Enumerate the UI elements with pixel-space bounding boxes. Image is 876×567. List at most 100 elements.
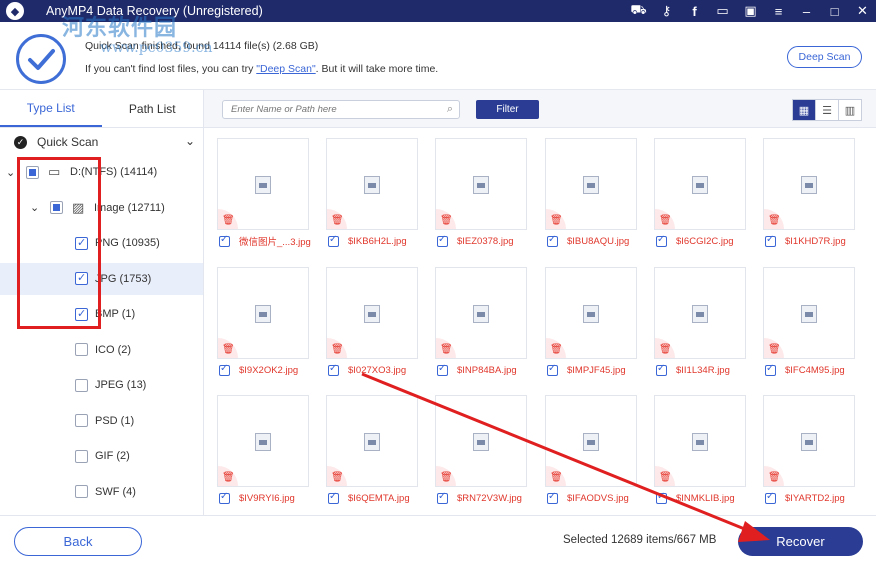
chat-icon[interactable]: ▭ [715, 3, 730, 19]
deep-scan-button[interactable]: Deep Scan [787, 46, 862, 68]
file-checkbox[interactable] [656, 363, 667, 376]
tree-checkbox[interactable] [75, 414, 88, 427]
tree-checkbox[interactable] [50, 201, 63, 214]
cart-icon[interactable]: ⛟ [630, 2, 646, 19]
back-button[interactable]: Back [14, 527, 142, 556]
file-caption[interactable]: $I027XO3.jpg [328, 363, 406, 377]
file-caption[interactable]: $I9X2OK2.jpg [219, 363, 298, 377]
grid-view-icon[interactable]: ▦ [793, 100, 816, 120]
file-caption[interactable]: $IEZ0378.jpg [437, 234, 514, 248]
file-thumbnail[interactable]: 🗑 [435, 267, 527, 359]
save-icon[interactable]: ▣ [743, 3, 758, 19]
detail-view-icon[interactable]: ▥ [839, 100, 861, 120]
tree-checkbox[interactable] [75, 307, 88, 321]
tree-checkbox[interactable] [75, 378, 88, 392]
tree-checkbox[interactable] [75, 485, 88, 498]
file-checkbox[interactable] [656, 234, 667, 247]
tree-checkbox[interactable] [75, 236, 88, 250]
close-icon[interactable]: ✕ [855, 3, 870, 19]
chevron-down-icon[interactable]: ⌄ [6, 166, 15, 179]
file-thumbnail[interactable]: 🗑 [763, 395, 855, 487]
file-checkbox[interactable] [547, 491, 558, 504]
tree-checkbox[interactable] [75, 343, 88, 356]
scan-mode-selector[interactable]: ✓ Quick Scan ⌄ [0, 128, 203, 156]
file-checkbox[interactable] [765, 363, 776, 376]
file-caption[interactable]: $RN72V3W.jpg [437, 491, 522, 505]
file-checkbox[interactable] [219, 363, 230, 376]
minimize-icon[interactable]: – [799, 4, 814, 19]
tree-item[interactable]: SWF (4) [0, 476, 203, 508]
file-thumbnail[interactable]: 🗑 [545, 395, 637, 487]
list-view-icon[interactable]: ☰ [816, 100, 839, 120]
file-thumbnail[interactable]: 🗑 [217, 138, 309, 230]
facebook-icon[interactable]: f [687, 4, 702, 19]
search-icon[interactable]: ⌕ [447, 103, 453, 116]
tree-checkbox[interactable] [26, 165, 39, 179]
tree-item[interactable]: ⌄ ▨ Image (12711) [0, 192, 203, 224]
file-checkbox[interactable] [328, 363, 339, 376]
file-thumbnail[interactable]: 🗑 [545, 267, 637, 359]
file-caption[interactable]: $II1L34R.jpg [656, 363, 730, 377]
tree-checkbox[interactable] [75, 271, 88, 285]
file-thumbnail[interactable]: 🗑 [326, 267, 418, 359]
file-checkbox[interactable] [547, 234, 558, 247]
file-name: $IYARTD2.jpg [785, 492, 845, 504]
file-checkbox[interactable] [656, 491, 667, 504]
file-checkbox[interactable] [437, 491, 448, 504]
file-checkbox[interactable] [765, 491, 776, 504]
file-thumbnail[interactable]: 🗑 [435, 395, 527, 487]
tree-item[interactable]: BMP (1) [0, 298, 203, 330]
file-checkbox[interactable] [437, 363, 448, 376]
file-thumbnail[interactable]: 🗑 [763, 138, 855, 230]
deep-scan-link[interactable]: "Deep Scan" [256, 63, 315, 75]
recover-button[interactable]: Recover [738, 527, 863, 556]
tree-item[interactable]: PNG (10935) [0, 227, 203, 259]
file-thumbnail[interactable]: 🗑 [435, 138, 527, 230]
file-caption[interactable]: $I6QEMTA.jpg [328, 491, 410, 505]
file-caption[interactable]: $IV9RYI6.jpg [219, 491, 295, 505]
tree-item[interactable]: JPEG (13) [0, 369, 203, 401]
file-checkbox[interactable] [219, 491, 230, 504]
file-checkbox[interactable] [765, 234, 776, 247]
file-caption[interactable]: $IFC4M95.jpg [765, 363, 845, 377]
file-caption[interactable]: $I6CGI2C.jpg [656, 234, 734, 248]
file-caption[interactable]: 微信图片_...3.jpg [219, 234, 311, 248]
chevron-down-icon[interactable]: ⌄ [185, 134, 195, 148]
tab-path-list[interactable]: Path List [102, 90, 204, 127]
file-thumbnail[interactable]: 🗑 [654, 395, 746, 487]
file-caption[interactable]: $IYARTD2.jpg [765, 491, 845, 505]
maximize-icon[interactable]: □ [827, 4, 842, 19]
file-thumbnail[interactable]: 🗑 [763, 267, 855, 359]
tree-item[interactable]: JPG (1753) [0, 262, 203, 295]
file-thumbnail[interactable]: 🗑 [654, 138, 746, 230]
menu-icon[interactable]: ≡ [771, 4, 786, 19]
file-thumbnail[interactable]: 🗑 [654, 267, 746, 359]
tree-item[interactable]: PSD (1) [0, 405, 203, 437]
file-thumbnail[interactable]: 🗑 [326, 395, 418, 487]
key-icon[interactable]: ⚷ [659, 3, 674, 19]
file-caption[interactable]: $I1KHD7R.jpg [765, 234, 846, 248]
search-input[interactable] [223, 101, 423, 118]
file-thumbnail[interactable]: 🗑 [217, 395, 309, 487]
file-checkbox[interactable] [547, 363, 558, 376]
tree-item[interactable]: ICO (2) [0, 334, 203, 366]
chevron-down-icon[interactable]: ⌄ [30, 201, 39, 214]
tree-checkbox[interactable] [75, 449, 88, 463]
file-caption[interactable]: $IMPJF45.jpg [547, 363, 626, 377]
file-caption[interactable]: $IKB6H2L.jpg [328, 234, 407, 248]
file-caption[interactable]: $IBU8AQU.jpg [547, 234, 629, 248]
filter-button[interactable]: Filter [476, 100, 539, 119]
tab-type-list[interactable]: Type List [0, 90, 102, 127]
file-thumbnail[interactable]: 🗑 [217, 267, 309, 359]
file-caption[interactable]: $INP84BA.jpg [437, 363, 517, 377]
file-thumbnail[interactable]: 🗑 [545, 138, 637, 230]
file-checkbox[interactable] [219, 234, 230, 247]
tree-item[interactable]: ⌄ ▭ D:(NTFS) (14114) [0, 156, 203, 188]
file-thumbnail[interactable]: 🗑 [326, 138, 418, 230]
tree-item[interactable]: GIF (2) [0, 440, 203, 472]
file-checkbox[interactable] [437, 234, 448, 247]
file-checkbox[interactable] [328, 491, 339, 504]
file-checkbox[interactable] [328, 234, 339, 247]
file-caption[interactable]: $IFAODVS.jpg [547, 491, 629, 505]
file-caption[interactable]: $INMKLIB.jpg [656, 491, 735, 505]
